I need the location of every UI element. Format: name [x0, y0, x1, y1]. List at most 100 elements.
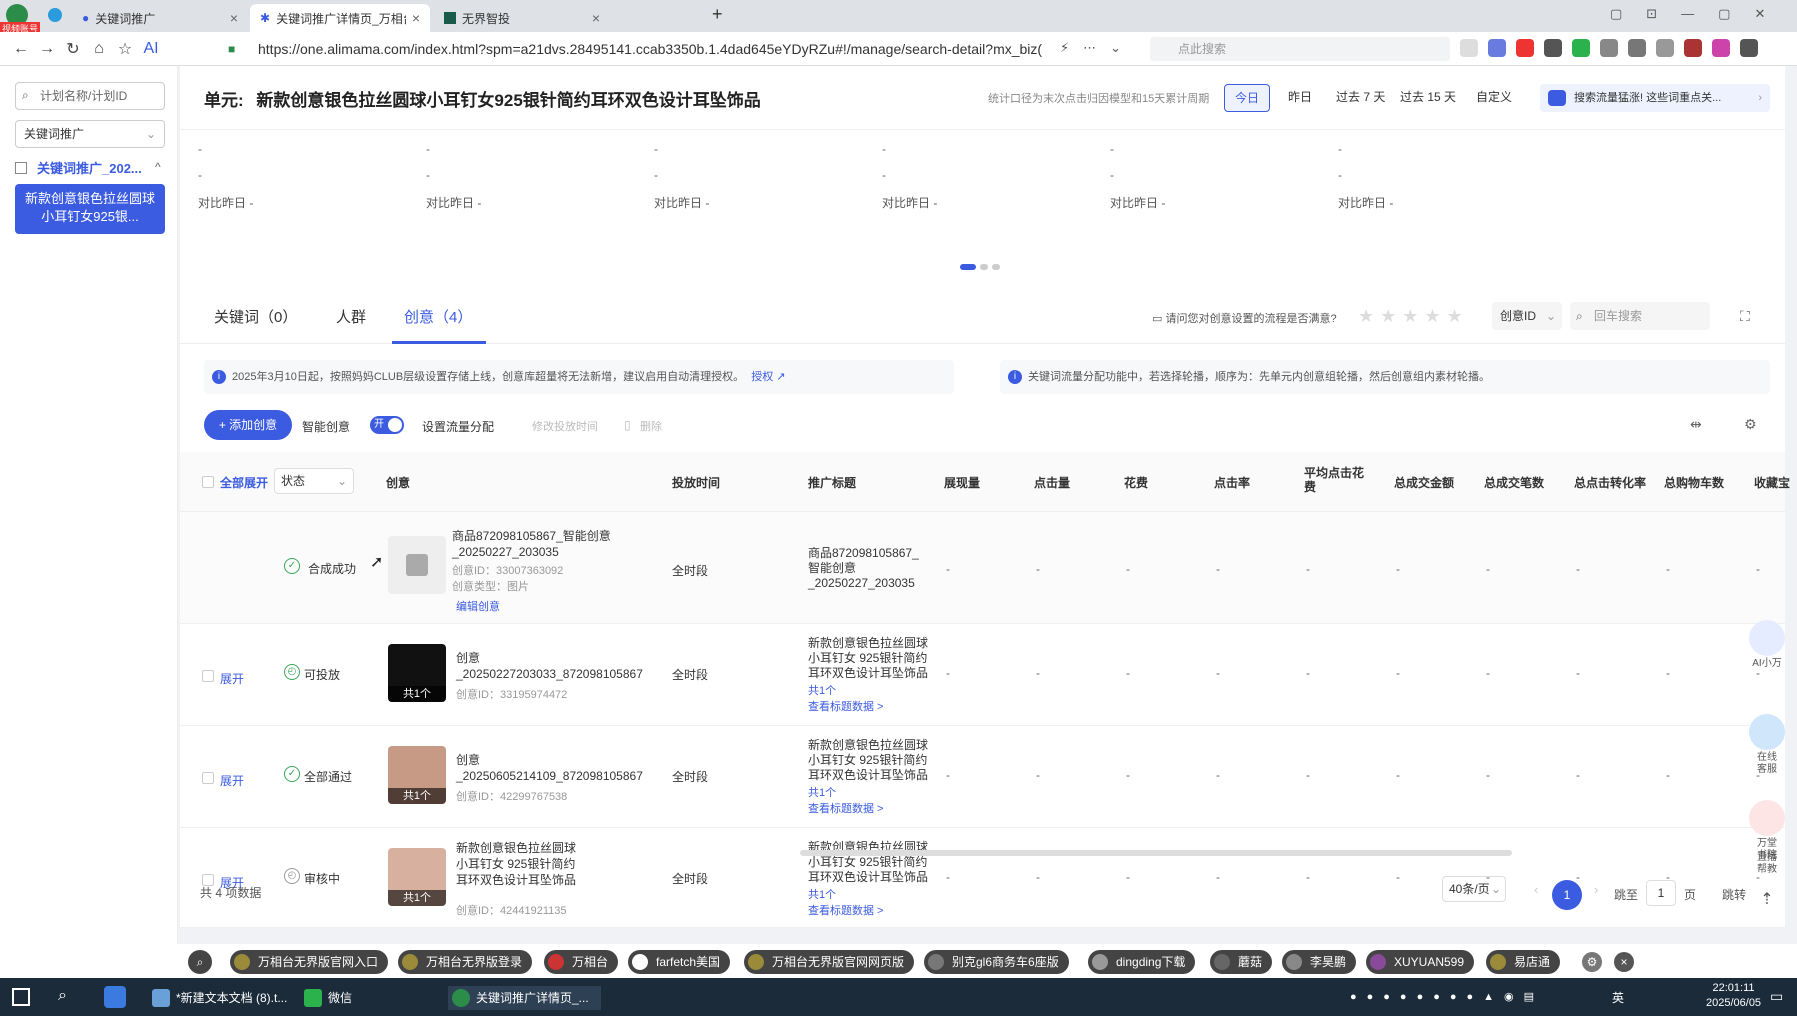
creative-thumbnail[interactable] — [388, 536, 446, 594]
search-icon[interactable]: ⌕ — [188, 950, 212, 974]
col-orders[interactable]: 总成交笔数 — [1484, 474, 1544, 491]
ext-icon[interactable] — [1516, 39, 1534, 57]
reload-icon[interactable]: ↻ — [60, 39, 86, 59]
puzzle-icon[interactable] — [1600, 39, 1618, 57]
col-avg-cpc[interactable]: 平均点击花 费 — [1304, 466, 1364, 494]
page-1-button[interactable]: 1 — [1552, 880, 1582, 910]
creative-search-input[interactable]: ⌕ 回车搜索 — [1570, 302, 1710, 330]
tab-smart-delivery[interactable]: 无界智投 × — [434, 4, 610, 32]
page-size-select[interactable]: 40条/页 ⌄ — [1442, 876, 1506, 902]
next-page-icon[interactable]: › — [1594, 882, 1598, 897]
table-horizontal-scrollbar[interactable] — [800, 850, 1512, 856]
app-icon[interactable] — [104, 986, 126, 1008]
close-icon[interactable]: × — [230, 10, 238, 26]
jump-page-input[interactable]: 1 — [1646, 880, 1676, 906]
jump-button[interactable]: 跳转 — [1722, 886, 1746, 903]
tab-creative[interactable]: 创意（4） — [404, 306, 472, 327]
bookmark-item[interactable]: dingding下载 — [1088, 950, 1196, 974]
plan-search-input[interactable]: 计划名称/计划ID — [15, 82, 165, 110]
bookmark-item[interactable]: 蘑菇 — [1210, 950, 1273, 974]
promo-banner[interactable]: 搜索流量猛涨! 这些词重点关... › — [1540, 84, 1770, 112]
id-type-select[interactable]: 创意ID ⌄ — [1492, 302, 1562, 330]
ext-icon[interactable] — [1572, 39, 1590, 57]
col-carts[interactable]: 总购物车数 — [1664, 474, 1724, 491]
close-icon[interactable]: × — [412, 10, 420, 26]
close-icon[interactable]: × — [592, 10, 600, 26]
carousel-dot[interactable] — [980, 264, 988, 270]
window-controls[interactable]: ▢⊡—▢✕ — [1610, 6, 1789, 22]
taskbar-notepad[interactable]: *新建文本文档 (8).t... — [148, 986, 287, 1010]
ext-icon[interactable] — [1544, 39, 1562, 57]
select-all-checkbox[interactable] — [202, 476, 214, 488]
url-tools[interactable]: ⚡⋯⌄ — [1060, 40, 1135, 56]
row-checkbox[interactable] — [202, 670, 214, 682]
external-link-icon[interactable]: ↗ — [776, 371, 785, 383]
col-ctr[interactable]: 点击率 — [1214, 474, 1250, 491]
menu-icon[interactable] — [1740, 39, 1758, 57]
bookmark-item[interactable]: XUYUAN599 — [1366, 950, 1475, 974]
taskbar-browser[interactable]: 关键词推广详情页_... — [448, 986, 601, 1010]
tab-keyword-detail[interactable]: ✱ 关键词推广详情页_万相台无界 × — [250, 4, 430, 32]
online-service-button[interactable]: 在线 客服 — [1745, 714, 1789, 776]
rating-stars[interactable]: ★★★★★ — [1358, 306, 1469, 327]
status-filter-select[interactable]: 状态 ⌄ — [274, 468, 354, 494]
authorize-link[interactable]: 授权 — [751, 371, 773, 383]
bookmark-item[interactable]: 别克gl6商务车6座版 — [924, 950, 1069, 974]
carousel-dot[interactable] — [992, 264, 1000, 270]
bookmark-item[interactable]: 万相台无界版官网网页版 — [744, 950, 915, 974]
expand-all-link[interactable]: 全部展开 — [220, 474, 268, 491]
expand-link[interactable]: 展开 — [220, 772, 244, 789]
extension-icons[interactable] — [1460, 39, 1758, 57]
ext-icon[interactable] — [1488, 39, 1506, 57]
search-icon[interactable]: ⌕ — [58, 987, 67, 1005]
creative-thumbnail[interactable]: 共1个 — [388, 644, 446, 702]
date-today-button[interactable]: 今日 — [1224, 84, 1271, 112]
close-icon[interactable]: × — [1614, 952, 1634, 972]
ai-assistant-button[interactable]: AI小万 — [1745, 620, 1789, 670]
chevron-up-icon[interactable]: ^ — [155, 160, 161, 174]
bookmark-item[interactable]: 万相台 — [544, 950, 619, 974]
back-icon[interactable]: ← — [8, 40, 34, 58]
bookmark-item[interactable]: 万相台无界版登录 — [398, 950, 533, 974]
tab-keyword-promo[interactable]: ● 关键词推广 × — [72, 4, 248, 32]
creative-thumbnail[interactable]: 共1个 — [388, 746, 446, 804]
forward-icon[interactable]: → — [34, 40, 60, 58]
prev-page-icon[interactable]: ‹ — [1534, 882, 1538, 897]
ext-icon[interactable] — [1712, 39, 1730, 57]
favorites-icon[interactable]: ☆ — [112, 39, 138, 59]
ai-icon[interactable]: AI — [138, 40, 164, 58]
date-yesterday-button[interactable]: 昨日 — [1278, 84, 1323, 112]
telegram-icon[interactable] — [48, 8, 62, 22]
delete-button[interactable]: 删除 — [640, 418, 662, 434]
input-language[interactable]: 英 — [1612, 989, 1624, 1006]
carousel-dot[interactable] — [960, 264, 976, 270]
tab-keywords[interactable]: 关键词（0） — [214, 306, 297, 327]
date-15days-button[interactable]: 过去 15 天 — [1390, 84, 1467, 112]
view-title-data-link[interactable]: 查看标题数据 > — [808, 902, 883, 918]
bookmark-item[interactable]: 易店通 — [1486, 950, 1561, 974]
col-impressions[interactable]: 展现量 — [944, 474, 980, 491]
col-gmv[interactable]: 总成交金额 — [1394, 474, 1454, 491]
edit-time-button[interactable]: 修改投放时间 — [532, 418, 598, 434]
col-cost[interactable]: 花费 — [1124, 474, 1148, 491]
back-to-top-icon[interactable]: ⇡ — [1745, 892, 1789, 908]
download-icon[interactable] — [1628, 39, 1646, 57]
promo-type-select[interactable]: 关键词推广 ⌄ — [15, 120, 165, 148]
add-creative-button[interactable]: + 添加创意 — [204, 410, 292, 440]
taskbar-wechat[interactable]: 微信 — [300, 986, 352, 1010]
undo-icon[interactable] — [1656, 39, 1674, 57]
system-tray-icons[interactable]: ●●●●●●●●▲◉▤ — [1350, 990, 1544, 1003]
col-clicks[interactable]: 点击量 — [1034, 474, 1070, 491]
ext-icon[interactable] — [1684, 39, 1702, 57]
view-title-data-link[interactable]: 查看标题数据 > — [808, 698, 883, 714]
home-icon[interactable]: ⌂ — [86, 40, 112, 58]
fullscreen-icon[interactable]: ⛶ — [1740, 308, 1750, 325]
sidebar-plan-item[interactable]: 关键词推广_202... — [15, 158, 165, 180]
bookmark-item[interactable]: farfetch美国 — [628, 950, 731, 974]
address-bar[interactable]: https://one.alimama.com/index.html?spm=a… — [258, 38, 1118, 60]
row-checkbox[interactable] — [202, 772, 214, 784]
sidebar-unit-item[interactable]: 新款创意银色拉丝圆球小耳钉女925银... — [15, 184, 165, 234]
browser-search-input[interactable]: 点此搜索 — [1150, 37, 1450, 61]
smart-creative-toggle[interactable]: 开 — [370, 416, 404, 434]
creative-thumbnail[interactable]: 共1个 — [388, 848, 446, 906]
